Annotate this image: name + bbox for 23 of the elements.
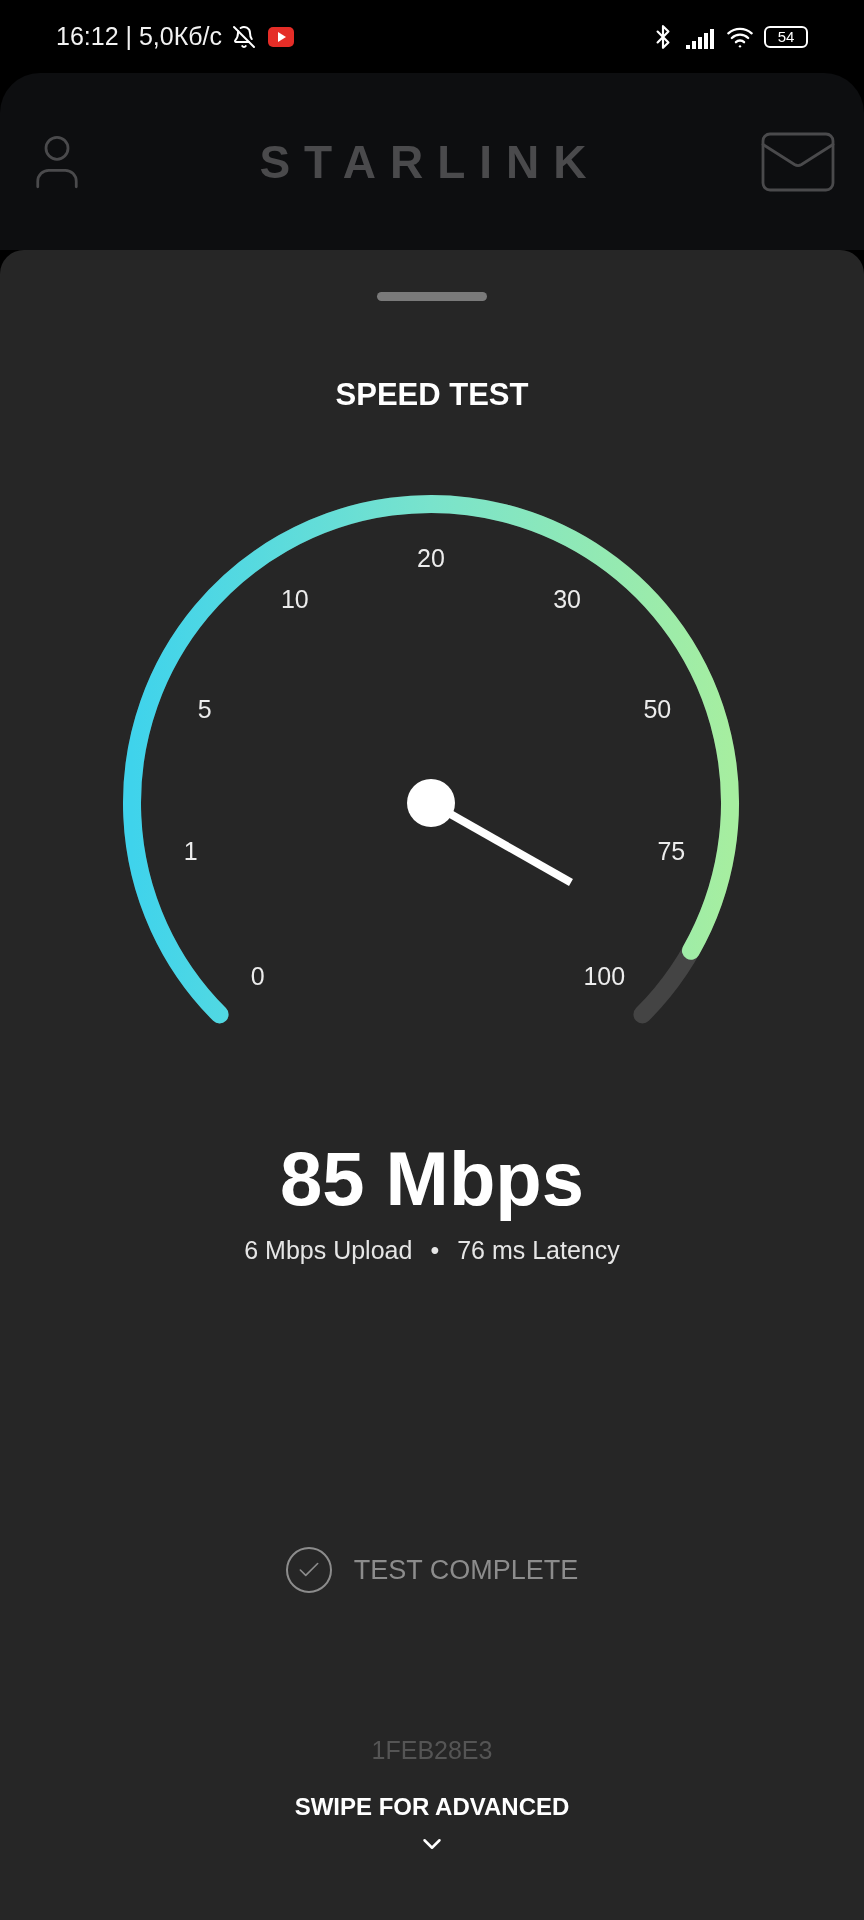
scale-label: 1 [183, 836, 198, 865]
scale-label: 20 [417, 544, 445, 572]
latency: 76 ms Latency [457, 1236, 620, 1265]
drag-handle[interactable] [377, 292, 487, 301]
scale-label: 50 [643, 695, 672, 724]
download-speed: 85 Mbps [279, 1135, 585, 1222]
scale-label: 5 [197, 695, 212, 724]
scale-label: 0 [250, 962, 265, 991]
upload-speed: 6 Mbps Upload [244, 1236, 413, 1265]
scale-label: 30 [553, 585, 581, 614]
status-time: 16:12 | 5,0Кб/с [56, 22, 223, 51]
speed-test-title: SPEED TEST [335, 377, 529, 413]
play-icon [266, 24, 297, 49]
scale-label: 100 [583, 962, 626, 991]
scale-label: 75 [657, 836, 686, 865]
test-status: TEST COMPLETE [353, 1554, 579, 1586]
swipe-hint: SWIPE FOR ADVANCED [294, 1793, 570, 1821]
scale-label: 10 [281, 585, 309, 614]
starlink-logo: STARLINK [259, 134, 601, 189]
separator-dot: • [430, 1236, 440, 1265]
check-circle-icon [285, 1547, 332, 1593]
muted-bell-icon [232, 24, 257, 49]
battery-icon: 54 [764, 25, 808, 48]
